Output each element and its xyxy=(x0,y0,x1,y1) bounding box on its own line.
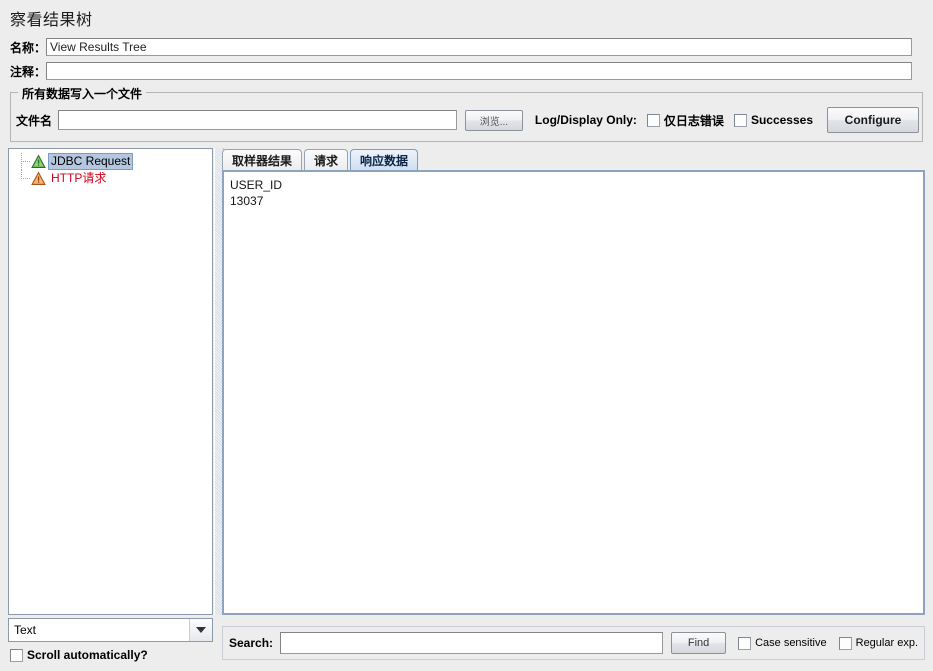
log-errors-only-label: 仅日志错误 xyxy=(663,113,724,128)
scroll-automatically-checkbox[interactable]: Scroll automatically? xyxy=(10,648,148,662)
tab-response-data[interactable]: 响应数据 xyxy=(350,149,419,170)
search-bar: Search: Find Case sensitive Regular exp. xyxy=(222,626,925,660)
file-output-row: 文件名 浏览... Log/Display Only: 仅日志错误 Succes… xyxy=(16,103,919,137)
find-button[interactable]: Find xyxy=(671,632,727,654)
case-sensitive-label: Case sensitive xyxy=(755,637,827,649)
tree-connector-icon xyxy=(13,153,31,170)
write-all-data-legend: 所有数据写入一个文件 xyxy=(18,85,147,102)
regular-exp-label: Regular exp. xyxy=(855,637,918,649)
response-line: 13037 xyxy=(230,194,264,208)
response-detail-panel: 取样器结果 请求 响应数据 USER_ID 13037 Search: Find… xyxy=(222,148,925,665)
tab-request[interactable]: 请求 xyxy=(304,149,349,170)
configure-button[interactable]: Configure xyxy=(827,107,919,133)
checkbox-box-icon[interactable] xyxy=(738,636,752,650)
name-field-row: 名称： xyxy=(10,38,913,56)
view-results-tree-window: 察看结果树 名称： 注释： 所有数据写入一个文件 文件名 浏览... Log/D… xyxy=(0,0,933,671)
results-split-area: JDBC Request HTTP请求 Text Scroll automati… xyxy=(8,148,925,665)
comment-input[interactable] xyxy=(46,62,913,80)
response-data-view[interactable]: USER_ID 13037 xyxy=(222,170,925,615)
tree-connector-icon xyxy=(13,170,31,187)
chevron-down-icon[interactable] xyxy=(189,619,212,641)
tree-item-label[interactable]: HTTP请求 xyxy=(49,171,108,186)
name-label: 名称： xyxy=(10,40,47,55)
triangle-success-icon xyxy=(31,154,46,169)
checkbox-box-icon[interactable] xyxy=(733,113,747,127)
browse-button[interactable]: 浏览... xyxy=(464,109,523,131)
log-display-only-label: Log/Display Only: xyxy=(534,113,637,127)
regular-exp-checkbox[interactable]: Regular exp. xyxy=(838,636,918,650)
case-sensitive-checkbox[interactable]: Case sensitive xyxy=(738,636,827,650)
log-errors-only-checkbox[interactable]: 仅日志错误 xyxy=(646,112,724,129)
tree-item-label[interactable]: JDBC Request xyxy=(47,153,134,170)
render-type-select[interactable]: Text xyxy=(8,618,213,642)
result-tabs: 取样器结果 请求 响应数据 xyxy=(222,148,419,170)
response-line: USER_ID xyxy=(230,178,283,192)
successes-checkbox[interactable]: Successes xyxy=(733,113,813,127)
caret-shape xyxy=(196,627,206,633)
tree-row[interactable]: HTTP请求 xyxy=(9,170,212,187)
filename-input[interactable] xyxy=(58,110,457,130)
filename-label: 文件名 xyxy=(16,113,53,128)
search-label: Search: xyxy=(229,636,274,650)
triangle-error-icon xyxy=(31,171,46,186)
checkbox-box-icon[interactable] xyxy=(838,636,852,650)
comment-label: 注释： xyxy=(10,64,47,79)
page-title: 察看结果树 xyxy=(10,12,93,29)
results-tree: JDBC Request HTTP请求 xyxy=(9,149,212,187)
name-input[interactable] xyxy=(46,38,913,56)
successes-label: Successes xyxy=(750,113,813,127)
search-input[interactable] xyxy=(280,632,664,654)
results-tree-panel[interactable]: JDBC Request HTTP请求 xyxy=(8,148,213,615)
tree-row[interactable]: JDBC Request xyxy=(9,153,212,170)
scroll-automatically-label: Scroll automatically? xyxy=(27,648,148,662)
comment-field-row: 注释： xyxy=(10,62,913,80)
render-type-value: Text xyxy=(14,623,37,637)
checkbox-box-icon[interactable] xyxy=(646,113,660,127)
tab-sampler-result[interactable]: 取样器结果 xyxy=(222,149,303,170)
checkbox-box-icon[interactable] xyxy=(10,648,23,662)
